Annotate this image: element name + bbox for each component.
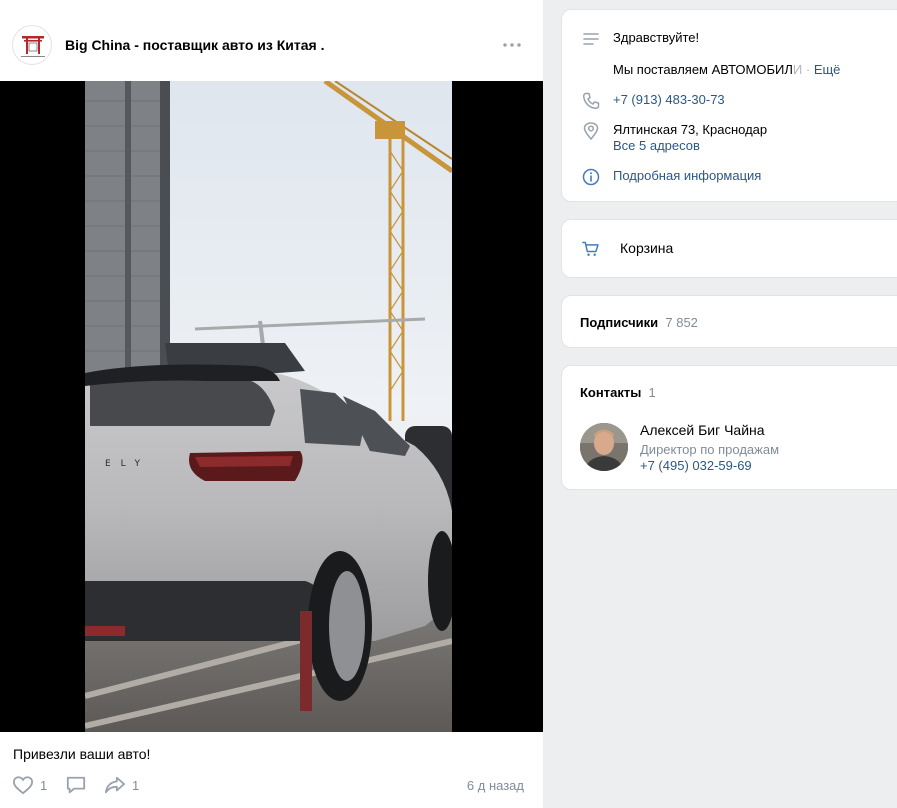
cart-card[interactable]: Корзина — [561, 219, 897, 278]
phone-icon — [582, 92, 600, 110]
heart-icon — [12, 776, 34, 795]
phone-link[interactable]: +7 (913) 483-30-73 — [613, 92, 725, 107]
shopping-cart-icon — [582, 240, 600, 258]
car-on-transporter-video-frame: ELY — [85, 81, 452, 732]
wall-post: Big China - поставщик авто из Китая . EL… — [0, 0, 543, 808]
contacts-label: Контакты — [580, 385, 642, 400]
post-actions: 1 1 6 д назад — [0, 772, 543, 798]
greeting-text: Здравствуйте! — [613, 30, 700, 45]
all-addresses-link[interactable]: Все 5 адресов — [613, 138, 700, 153]
contacts-count: 1 — [648, 385, 656, 400]
subscribers-card[interactable]: Подписчики 7 852 — [561, 295, 897, 348]
subscribers-label: Подписчики — [580, 315, 659, 330]
details-link[interactable]: Подробная информация — [613, 168, 761, 183]
more-link[interactable]: Ещё — [814, 62, 841, 77]
text-lines-icon — [582, 30, 600, 48]
post-header: Big China - поставщик авто из Китая . — [0, 0, 543, 81]
comment-icon — [66, 776, 86, 794]
description-text: Мы поставляем АВТОМОБИЛИ · Ещё — [613, 62, 841, 77]
contact-role: Директор по продажам — [640, 442, 780, 457]
post-date-link[interactable]: 6 д назад — [467, 778, 524, 793]
share-icon — [105, 776, 125, 794]
contact-avatar[interactable] — [580, 423, 628, 471]
community-name-link[interactable]: Big China - поставщик авто из Китая . — [65, 37, 324, 53]
post-video[interactable]: ELY — [0, 81, 543, 732]
subscribers-count: 7 852 — [665, 315, 698, 330]
share-button[interactable]: 1 — [104, 774, 139, 796]
contacts-card: Контакты 1 Алексей Биг Чайна Директор по… — [561, 365, 897, 490]
share-count: 1 — [132, 777, 140, 793]
contact-phone-link[interactable]: +7 (495) 032-59-69 — [640, 458, 752, 473]
post-text: Привезли ваши авто! — [13, 746, 151, 762]
torii-gate-logo-icon — [21, 36, 45, 57]
contact-name-link[interactable]: Алексей Биг Чайна — [640, 422, 765, 438]
cart-label: Корзина — [620, 240, 674, 256]
location-pin-icon — [582, 122, 600, 140]
svg-text:ELY: ELY — [105, 459, 150, 469]
like-count: 1 — [40, 777, 48, 793]
info-icon — [582, 168, 600, 186]
more-options-icon[interactable] — [500, 33, 524, 57]
person-photo-icon — [580, 423, 628, 471]
info-card: Здравствуйте! Мы поставляем АВТОМОБИЛИ ·… — [561, 9, 897, 202]
community-avatar[interactable] — [12, 25, 52, 65]
address-text: Ялтинская 73, Краснодар — [613, 122, 768, 137]
like-button[interactable]: 1 — [12, 774, 47, 796]
comment-button[interactable] — [65, 774, 87, 796]
